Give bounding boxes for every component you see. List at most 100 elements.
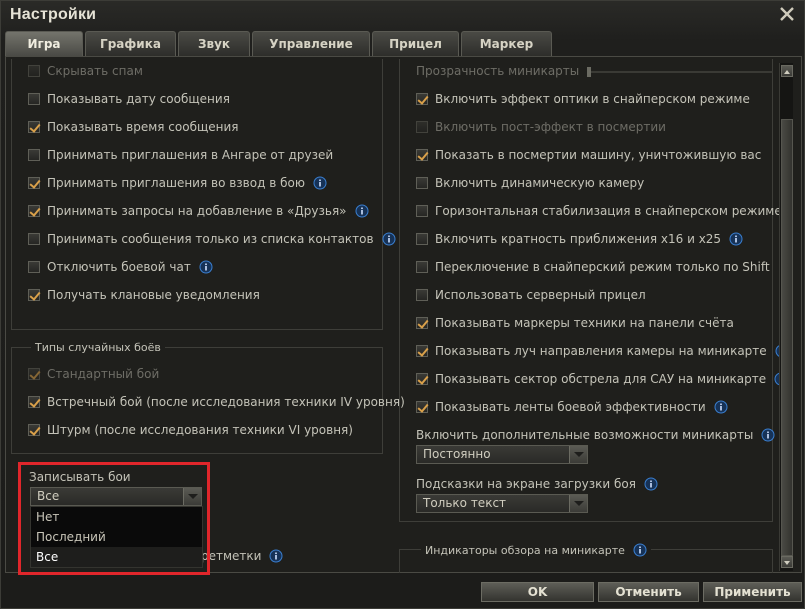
info-icon[interactable] [355, 204, 369, 218]
close-icon[interactable] [778, 5, 796, 23]
option-camera-ray[interactable]: Показывать луч направления камеры на мин… [416, 342, 789, 360]
option-label: Показывать ленты боевой эффективности [435, 400, 706, 414]
info-icon[interactable] [729, 232, 743, 246]
minimap-indicators-title: Индикаторы обзора на миникарте [421, 541, 651, 559]
tab-crosshair[interactable]: Прицел [372, 31, 459, 56]
tab-marker[interactable]: Маркер [461, 31, 552, 56]
checkbox[interactable] [28, 261, 40, 273]
checkbox[interactable] [416, 149, 428, 161]
checkbox[interactable] [28, 149, 40, 161]
checkbox[interactable] [416, 373, 428, 385]
option-spg-sector[interactable]: Показывать сектор обстрела для САУ на ми… [416, 370, 788, 388]
option-dynamic-camera[interactable]: Включить динамическую камеру [416, 174, 644, 192]
checkbox[interactable] [28, 289, 40, 301]
minimap-opacity-label: Прозрачность миникарты [416, 62, 579, 80]
dropdown-value: Постоянно [423, 447, 491, 461]
tab-controls[interactable]: Управление [252, 31, 370, 56]
option-disable-battle-chat[interactable]: Отключить боевой чат [28, 258, 213, 276]
scroll-up-button[interactable] [781, 65, 793, 77]
option-label: Включить кратность приближения x16 и x25 [435, 232, 722, 246]
title-bar: Настройки [1, 1, 805, 31]
checkbox[interactable] [416, 205, 428, 217]
option-label: Показать в посмертии машину, уничтожившу… [435, 148, 762, 162]
battle-type-standard[interactable]: Стандартный бой [28, 365, 159, 383]
option-invites-hangar[interactable]: Принимать приглашения в Ангаре от друзей [28, 146, 333, 164]
checkbox[interactable] [416, 177, 428, 189]
option-friend-requests[interactable]: Принимать запросы на добавление в «Друзь… [28, 202, 369, 220]
chevron-down-icon[interactable] [569, 446, 587, 463]
record-battles-dropdown[interactable]: Все [30, 487, 202, 506]
checkbox[interactable] [28, 93, 40, 105]
tab-game[interactable]: Игра [5, 31, 83, 56]
info-icon[interactable] [269, 549, 283, 563]
checkbox[interactable] [28, 233, 40, 245]
option-show-date[interactable]: Показывать дату сообщения [28, 90, 230, 108]
scroll-down-button[interactable] [781, 556, 793, 568]
option-efficiency-ribbons[interactable]: Показывать ленты боевой эффективности [416, 398, 728, 416]
option-postmortem-effect[interactable]: Включить пост-эффект в посмертии [416, 118, 666, 136]
option-show-killer[interactable]: Показать в посмертии машину, уничтожившу… [416, 146, 761, 164]
option-hidden-behind-popup[interactable]: ретметки [201, 547, 283, 565]
option-label: Получать клановые уведомления [47, 288, 260, 302]
dropdown-option[interactable]: Последний [31, 527, 202, 547]
checkbox[interactable] [28, 121, 40, 133]
option-hide-spam[interactable]: Скрывать спам [28, 62, 143, 80]
checkbox[interactable] [28, 177, 40, 189]
minimap-opacity-slider[interactable] [587, 66, 773, 77]
option-label: Горизонтальная стабилизация в снайперско… [435, 204, 782, 218]
option-invites-platoon[interactable]: Принимать приглашения во взвод в бою [28, 174, 327, 192]
checkbox[interactable] [416, 401, 428, 413]
chevron-down-icon[interactable] [569, 495, 587, 512]
option-label: Скрывать спам [47, 64, 143, 78]
checkbox[interactable] [416, 233, 428, 245]
dropdown-option[interactable]: Нет [31, 507, 202, 527]
option-server-reticle[interactable]: Использовать серверный прицел [416, 286, 646, 304]
option-sniper-shift-only[interactable]: Переключение в снайперский режим только … [416, 258, 770, 276]
info-icon[interactable] [382, 232, 396, 246]
checkbox[interactable] [416, 93, 428, 105]
checkbox[interactable] [28, 368, 40, 380]
info-icon[interactable] [313, 176, 327, 190]
checkbox[interactable] [28, 205, 40, 217]
scroll-thumb[interactable] [781, 119, 793, 556]
cancel-button[interactable]: Отменить [598, 582, 699, 602]
option-sniper-optics[interactable]: Включить эффект оптики в снайперском реж… [416, 90, 750, 108]
checkbox[interactable] [28, 396, 40, 408]
info-icon[interactable] [199, 260, 213, 274]
checkbox[interactable] [416, 261, 428, 273]
option-label: Использовать серверный прицел [435, 288, 646, 302]
tab-graphics[interactable]: Графика [85, 31, 176, 56]
option-show-time[interactable]: Показывать время сообщения [28, 118, 239, 136]
checkbox[interactable] [28, 65, 40, 77]
option-label: Показывать луч направления камеры на мин… [435, 344, 767, 358]
option-clan-notifications[interactable]: Получать клановые уведомления [28, 286, 260, 304]
hints-dropdown[interactable]: Только текст [416, 494, 588, 513]
info-icon[interactable] [633, 543, 647, 557]
scrollbar[interactable] [779, 63, 793, 571]
info-icon[interactable] [761, 428, 775, 442]
option-horizontal-stabilization[interactable]: Горизонтальная стабилизация в снайперско… [416, 202, 782, 220]
option-label: Принимать приглашения в Ангаре от друзей [47, 148, 334, 162]
chevron-down-icon[interactable] [183, 488, 201, 505]
dropdown-option[interactable]: Все [31, 547, 202, 567]
option-contacts-only[interactable]: Принимать сообщения только из списка кон… [28, 230, 396, 248]
option-label: Принимать сообщения только из списка кон… [47, 232, 374, 246]
checkbox[interactable] [416, 317, 428, 329]
tab-sound[interactable]: Звук [178, 31, 250, 56]
checkbox[interactable] [416, 121, 428, 133]
option-label: Встречный бой (после исследования техник… [47, 395, 405, 409]
checkbox[interactable] [416, 345, 428, 357]
checkbox[interactable] [28, 424, 40, 436]
battle-type-assault[interactable]: Штурм (после исследования техники VI уро… [28, 421, 353, 439]
ok-button[interactable]: OK [481, 582, 594, 602]
battle-type-encounter[interactable]: Встречный бой (после исследования техник… [28, 393, 405, 411]
option-zoom-x16-x25[interactable]: Включить кратность приближения x16 и x25 [416, 230, 743, 248]
apply-button[interactable]: Применить [703, 582, 802, 602]
info-icon[interactable] [644, 477, 658, 491]
window-title: Настройки [10, 6, 97, 23]
info-icon[interactable] [714, 400, 728, 414]
option-label: Показывать сектор обстрела для САУ на ми… [435, 372, 767, 386]
option-vehicle-markers[interactable]: Показывать маркеры техники на панели счё… [416, 314, 734, 332]
checkbox[interactable] [416, 289, 428, 301]
minimap-extra-dropdown[interactable]: Постоянно [416, 445, 588, 464]
